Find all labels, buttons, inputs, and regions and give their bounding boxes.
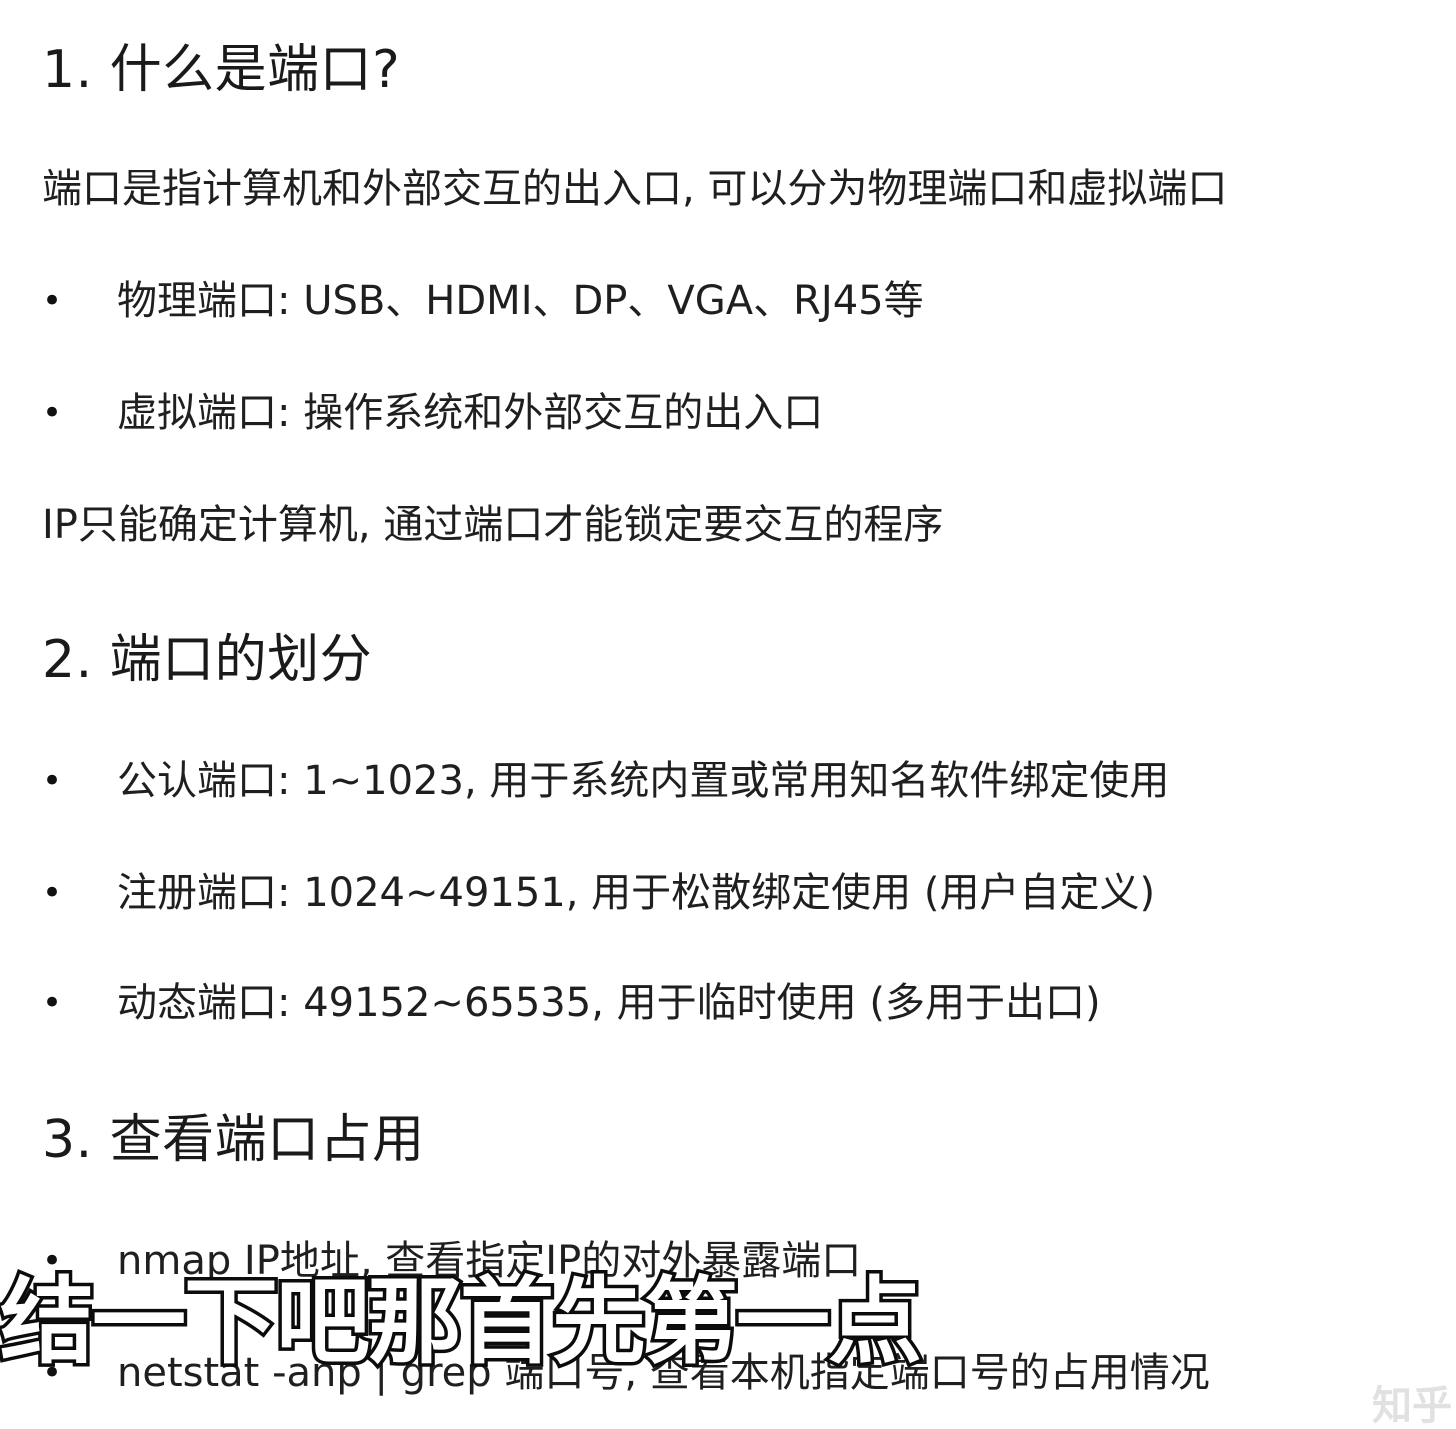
section-1-footer: IP只能确定计算机, 通过端口才能锁定要交互的程序	[42, 502, 944, 548]
section-1-paragraph: 端口是指计算机和外部交互的出入口, 可以分为物理端口和虚拟端口	[42, 166, 1228, 212]
list-item-text: 公认端口: 1~1023, 用于系统内置或常用知名软件绑定使用	[117, 758, 1170, 804]
section-3-heading: 3. 查看端口占用	[42, 1110, 425, 1170]
list-item-text: 虚拟端口: 操作系统和外部交互的出入口	[117, 390, 824, 436]
section-2-heading: 2. 端口的划分	[42, 630, 373, 690]
bullet-icon: •	[42, 983, 63, 1023]
section-1-heading: 1. 什么是端口?	[42, 40, 401, 100]
bullet-icon: •	[42, 281, 63, 321]
watermark-logo: 知乎	[1372, 1383, 1452, 1429]
list-item-text: 物理端口: USB、HDMI、DP、VGA、RJ45等	[117, 278, 924, 324]
list-item-text: 动态端口: 49152~65535, 用于临时使用 (多用于出口)	[117, 980, 1101, 1026]
bullet-icon: •	[42, 761, 63, 801]
video-subtitle: 结一下吧那首先第一点	[0, 1265, 926, 1381]
bullet-icon: •	[42, 393, 63, 433]
bullet-icon: •	[42, 873, 63, 913]
list-item-text: 注册端口: 1024~49151, 用于松散绑定使用 (用户自定义)	[117, 870, 1156, 916]
